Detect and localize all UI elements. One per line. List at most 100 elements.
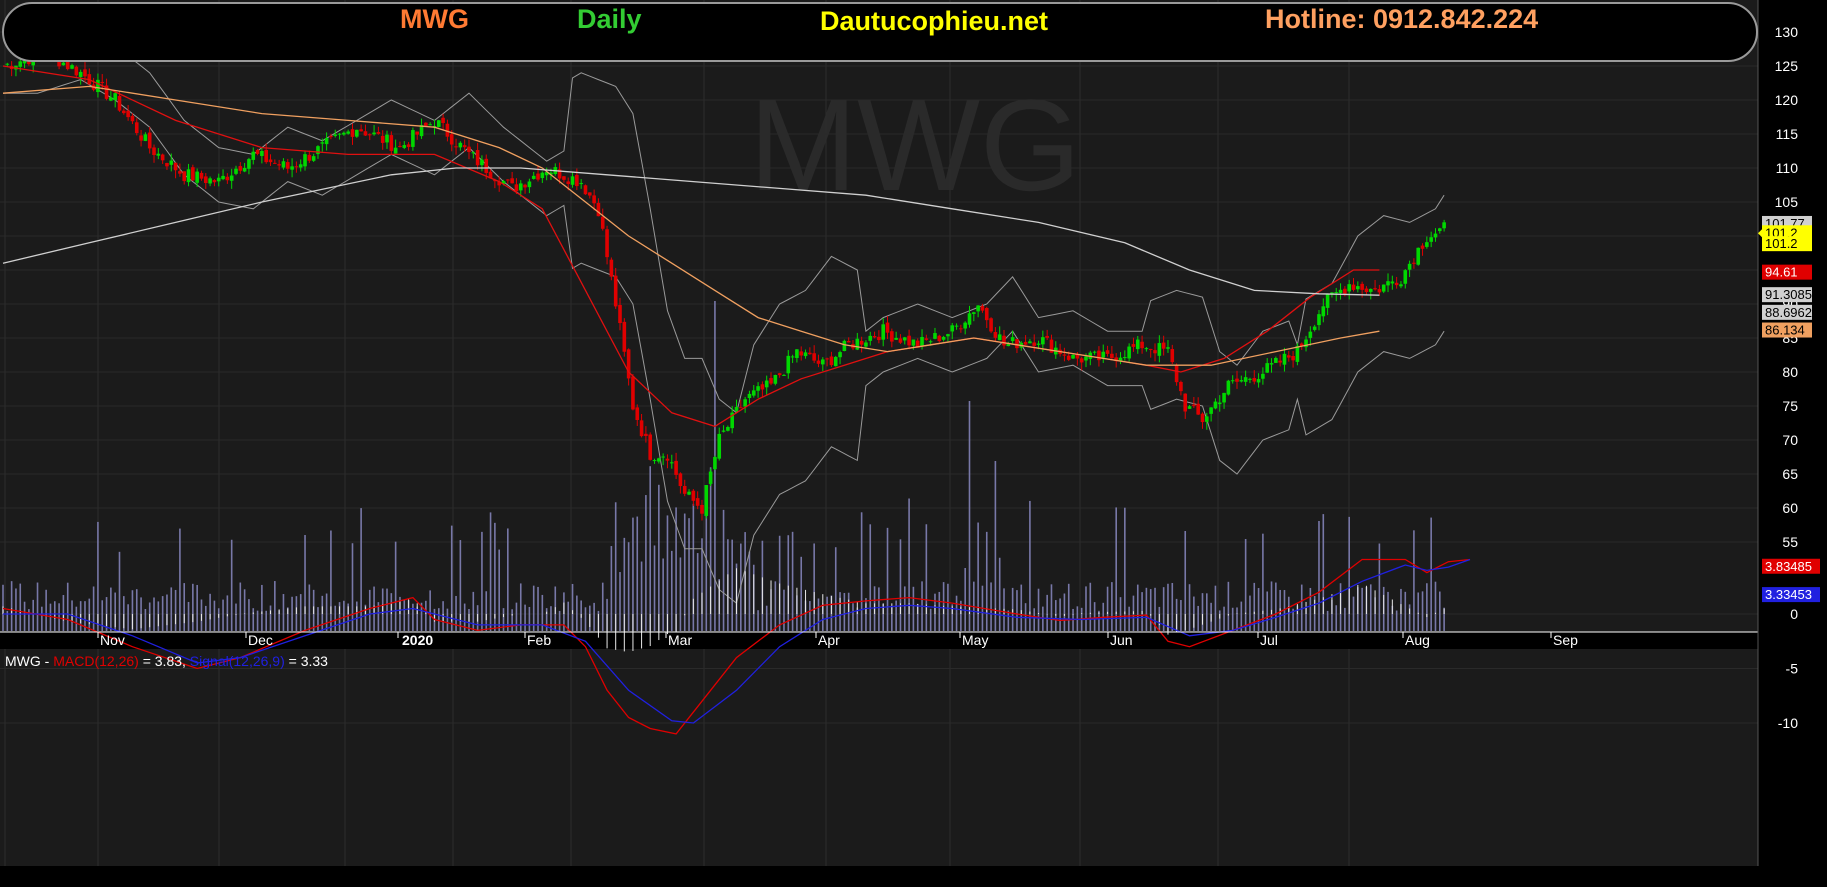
candle-body: [583, 185, 588, 195]
volume-bar: [1136, 584, 1139, 631]
candle-body: [933, 333, 937, 339]
candle-body: [562, 176, 566, 180]
volume-bar: [299, 594, 302, 631]
candle-body: [424, 122, 428, 126]
volume-bar: [429, 590, 431, 631]
candle-body: [1433, 233, 1438, 238]
candle-body: [1377, 289, 1382, 293]
volume-bar: [757, 610, 759, 631]
candle-body: [902, 337, 907, 341]
volume-bar: [869, 524, 872, 631]
candle-body: [147, 132, 152, 149]
candle-body: [1420, 245, 1425, 249]
volume-bar: [899, 539, 902, 631]
candle-body: [920, 337, 924, 347]
volume-bar: [998, 557, 1001, 631]
candle-body: [337, 133, 342, 135]
candle-body: [1321, 306, 1326, 317]
candle-body: [182, 171, 187, 182]
candle-body: [454, 146, 458, 148]
macd-legend-prefix: MWG -: [5, 653, 53, 669]
candle-body: [993, 332, 998, 338]
price-tick-label: 105: [1775, 194, 1799, 210]
volume-bar: [1318, 521, 1320, 631]
volume-bar: [649, 466, 652, 631]
candle-body: [1278, 360, 1282, 363]
candle-body: [1308, 331, 1313, 338]
volume-bar: [265, 610, 267, 631]
volume-bar: [791, 531, 794, 631]
candle-body: [1166, 347, 1170, 349]
candle-body: [436, 120, 441, 127]
volume-bar: [386, 588, 388, 631]
candle-body: [609, 259, 614, 277]
volume-bar: [1270, 581, 1273, 631]
candle-body: [199, 172, 204, 179]
volume-bar: [731, 539, 733, 631]
volume-bar: [1201, 593, 1204, 631]
volume-bar: [1369, 584, 1372, 631]
volume-bar: [507, 528, 509, 631]
volume-bar: [196, 584, 198, 631]
candle-body: [816, 360, 821, 364]
volume-bar: [32, 599, 35, 631]
volume-bar: [545, 608, 548, 631]
candle-body: [1153, 350, 1157, 354]
volume-bar: [282, 594, 285, 631]
candle-body: [695, 498, 700, 506]
candle-body: [1343, 288, 1347, 294]
candle-body: [195, 171, 199, 183]
volume-bar: [1033, 608, 1036, 631]
volume-bar: [610, 546, 613, 631]
volume-bar: [192, 583, 194, 631]
candle-body: [212, 180, 217, 183]
candle-body: [1066, 355, 1071, 360]
volume-bar: [187, 601, 190, 631]
price-tick-label: 75: [1782, 398, 1798, 414]
candle-body: [290, 166, 294, 170]
volume-bar: [1262, 533, 1264, 631]
volume-bar: [1352, 596, 1355, 631]
candle-body: [398, 145, 402, 147]
volume-bar: [19, 583, 22, 631]
candle-body: [592, 195, 596, 204]
macd-legend: MWG - MACD(12,26) = 3.83, Signal(12,26,9…: [5, 653, 328, 669]
volume-bar: [813, 543, 815, 631]
volume-bar: [817, 598, 820, 631]
volume-bar: [489, 512, 492, 631]
candle-body: [575, 174, 579, 187]
x-axis-label: Nov: [100, 632, 125, 648]
candle-body: [203, 176, 208, 183]
candle-body: [411, 130, 415, 147]
candle-body: [1347, 284, 1351, 292]
x-axis-label: Aug: [1405, 632, 1430, 648]
volume-bar: [153, 597, 155, 631]
price-tick-label: 60: [1782, 500, 1798, 516]
candle-body: [635, 407, 640, 421]
candle-body: [1222, 392, 1226, 403]
volume-bar: [1007, 610, 1010, 631]
volume-bar: [524, 604, 526, 631]
volume-bar: [860, 512, 863, 631]
candle-body: [1399, 284, 1403, 287]
candle-body: [1105, 350, 1110, 354]
candle-body: [307, 154, 312, 161]
volume-bar: [705, 512, 708, 631]
volume-bar: [356, 601, 358, 631]
volume-bar: [1214, 585, 1217, 631]
macd-legend-macd-label: MACD(12,26): [53, 653, 139, 669]
volume-bar: [593, 602, 595, 631]
candle-body: [872, 335, 877, 338]
candle-body: [316, 146, 320, 155]
candle-body: [380, 135, 385, 143]
candle-body: [898, 338, 903, 343]
volume-bar: [144, 608, 147, 631]
volume-bar: [1417, 592, 1420, 631]
volume-bar: [895, 600, 897, 631]
candle-body: [756, 386, 760, 391]
volume-bar: [662, 558, 664, 631]
volume-bar: [955, 595, 958, 631]
volume-bar: [1180, 600, 1182, 631]
price-tick-label: 70: [1782, 432, 1798, 448]
volume-bar: [632, 517, 634, 631]
